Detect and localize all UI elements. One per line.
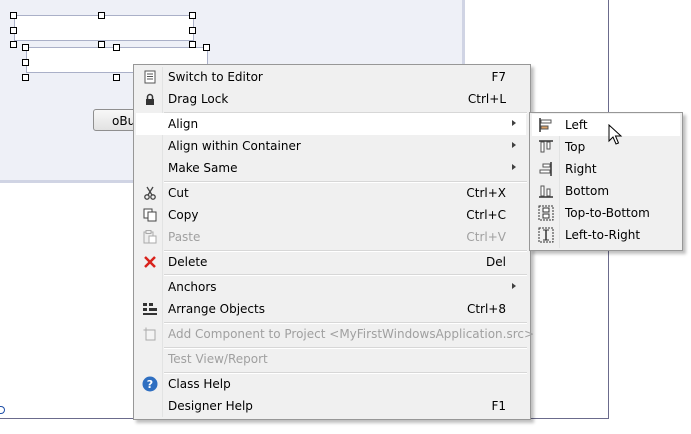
menu-item-label: Align within Container bbox=[168, 139, 301, 153]
menu-item-label: Delete bbox=[168, 255, 208, 269]
submenu-arrow-icon bbox=[512, 120, 516, 126]
selection-handle[interactable] bbox=[189, 12, 196, 19]
menu-item-label: Make Same bbox=[168, 161, 238, 175]
menu-item-align-within-container[interactable]: Align within Container bbox=[136, 135, 526, 157]
align-submenu: Left Top Right Bottom Top-to-Bottom Left… bbox=[529, 112, 683, 251]
submenu-arrow-icon bbox=[512, 164, 516, 170]
selection-handle[interactable] bbox=[10, 41, 17, 48]
submenu-item-label: Top-to-Bottom bbox=[565, 206, 650, 220]
selection-handle[interactable] bbox=[10, 27, 17, 34]
menu-item-shortcut: Ctrl+X bbox=[466, 186, 506, 200]
svg-text:?: ? bbox=[147, 378, 153, 391]
submenu-item-right[interactable]: Right bbox=[532, 158, 680, 180]
align-right-icon bbox=[534, 158, 558, 180]
menu-item-label: Add Component to Project <MyFirstWindows… bbox=[168, 327, 535, 341]
selection-handle[interactable] bbox=[113, 44, 120, 51]
menu-item-shortcut: Ctrl+V bbox=[466, 230, 506, 244]
menu-item-label: Designer Help bbox=[168, 399, 253, 413]
submenu-item-left[interactable]: Left bbox=[532, 114, 680, 136]
menu-item-label: Copy bbox=[168, 208, 199, 222]
menu-item-shortcut: F7 bbox=[491, 70, 506, 84]
menu-item-shortcut: F1 bbox=[491, 399, 506, 413]
delete-x-icon bbox=[138, 251, 162, 273]
submenu-item-label: Right bbox=[565, 162, 597, 176]
submenu-item-top[interactable]: Top bbox=[532, 136, 680, 158]
left-to-right-icon bbox=[534, 224, 558, 246]
selection-handle[interactable] bbox=[98, 41, 105, 48]
menu-item-label: Arrange Objects bbox=[168, 302, 265, 316]
menu-item-label: Cut bbox=[168, 186, 189, 200]
submenu-item-top-to-bottom[interactable]: Top-to-Bottom bbox=[532, 202, 680, 224]
menu-item-anchors[interactable]: Anchors bbox=[136, 276, 526, 298]
help-icon: ? bbox=[138, 373, 162, 395]
add-component-icon bbox=[138, 323, 162, 345]
menu-item-switch-to-editor[interactable]: Switch to Editor F7 bbox=[136, 66, 526, 88]
align-left-icon bbox=[534, 114, 558, 136]
menu-item-make-same[interactable]: Make Same bbox=[136, 157, 526, 179]
menu-item-arrange-objects[interactable]: Arrange Objects Ctrl+8 bbox=[136, 298, 526, 320]
menu-item-label: Class Help bbox=[168, 377, 231, 391]
menu-item-class-help[interactable]: ? Class Help bbox=[136, 373, 526, 395]
menu-item-test-view-report[interactable]: Test View/Report bbox=[136, 348, 526, 370]
submenu-item-left-to-right[interactable]: Left-to-Right bbox=[532, 224, 680, 246]
menu-item-label: Align bbox=[168, 117, 199, 131]
copy-icon bbox=[138, 204, 162, 226]
menu-item-shortcut: Ctrl+8 bbox=[466, 302, 506, 316]
scissors-icon bbox=[138, 182, 162, 204]
context-menu: Switch to Editor F7 Drag Lock Ctrl+L Ali… bbox=[133, 64, 534, 420]
selection-handle[interactable] bbox=[10, 12, 17, 19]
selection-handle[interactable] bbox=[189, 27, 196, 34]
selection-handle[interactable] bbox=[22, 59, 29, 66]
paste-icon bbox=[138, 226, 162, 248]
submenu-item-label: Left bbox=[565, 118, 588, 132]
selection-handle[interactable] bbox=[98, 12, 105, 19]
submenu-item-bottom[interactable]: Bottom bbox=[532, 180, 680, 202]
menu-item-label: Paste bbox=[168, 230, 201, 244]
selection-handle[interactable] bbox=[189, 41, 196, 48]
menu-item-label: Anchors bbox=[168, 280, 217, 294]
menu-item-label: Drag Lock bbox=[168, 92, 229, 106]
menu-item-paste[interactable]: Paste Ctrl+V bbox=[136, 226, 526, 248]
menu-item-delete[interactable]: Delete Del bbox=[136, 251, 526, 273]
menu-item-align[interactable]: Align bbox=[136, 113, 526, 135]
resize-marker bbox=[0, 406, 5, 414]
selection-handle[interactable] bbox=[203, 44, 210, 51]
submenu-arrow-icon bbox=[512, 142, 516, 148]
arrange-objects-icon bbox=[138, 298, 162, 320]
menu-item-label: Test View/Report bbox=[168, 352, 268, 366]
selection-handle[interactable] bbox=[22, 44, 29, 51]
submenu-item-label: Bottom bbox=[565, 184, 610, 198]
menu-item-add-component[interactable]: Add Component to Project <MyFirstWindows… bbox=[136, 323, 534, 345]
menu-item-label: Switch to Editor bbox=[168, 70, 263, 84]
menu-item-drag-lock[interactable]: Drag Lock Ctrl+L bbox=[136, 88, 526, 110]
align-top-icon bbox=[534, 136, 558, 158]
lock-icon bbox=[138, 88, 162, 110]
selection-handle[interactable] bbox=[22, 74, 29, 81]
align-bottom-icon bbox=[534, 180, 558, 202]
menu-item-designer-help[interactable]: Designer Help F1 bbox=[136, 395, 526, 417]
submenu-item-label: Left-to-Right bbox=[565, 228, 641, 242]
editor-page-icon bbox=[138, 66, 162, 88]
menu-item-copy[interactable]: Copy Ctrl+C bbox=[136, 204, 526, 226]
submenu-arrow-icon bbox=[512, 283, 516, 289]
menu-item-shortcut: Ctrl+C bbox=[466, 208, 506, 222]
mouse-cursor-icon bbox=[608, 124, 623, 145]
menu-item-shortcut: Ctrl+L bbox=[467, 92, 506, 106]
menu-separator bbox=[164, 274, 527, 276]
submenu-item-label: Top bbox=[565, 140, 586, 154]
top-to-bottom-icon bbox=[534, 202, 558, 224]
menu-item-shortcut: Del bbox=[486, 255, 506, 269]
menu-item-cut[interactable]: Cut Ctrl+X bbox=[136, 182, 526, 204]
selection-handle[interactable] bbox=[113, 74, 120, 81]
